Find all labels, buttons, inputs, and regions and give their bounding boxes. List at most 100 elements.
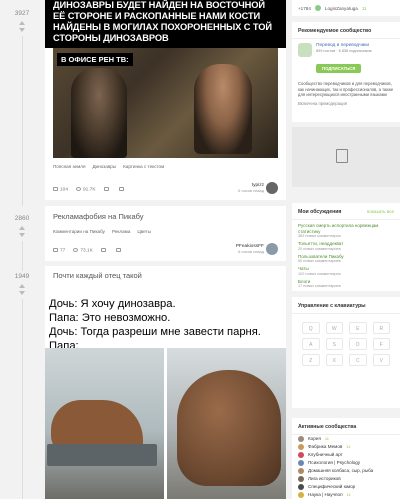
tag-link[interactable]: Картинка с текстом xyxy=(123,164,164,169)
post-images xyxy=(45,348,286,499)
keyboard-key: A xyxy=(302,338,320,350)
community-name[interactable]: Специфический юмор xyxy=(308,484,355,490)
person-figure xyxy=(194,64,252,154)
post-card: ДИНОЗАВРЫ БУДЕТ НАЙДЕН НА ВОСТОЧНОЙ ЕЁ С… xyxy=(45,0,286,200)
tag-link[interactable]: Реклама xyxy=(112,229,130,234)
discussion-item[interactable]: Русская смерть испортила норвежцам стати… xyxy=(292,220,400,238)
community-name[interactable]: Наука | Научпоп xyxy=(308,492,343,498)
comments-count: 104 xyxy=(60,187,69,192)
community-item[interactable]: Фабрика Мемов 11 xyxy=(292,443,400,451)
image-caption: В ОФИСЕ РЕН ТВ: xyxy=(57,53,133,66)
post-author[interactable]: typizz 6 часов назад xyxy=(238,183,264,193)
bookmark-icon[interactable] xyxy=(100,248,106,253)
community-name[interactable]: Лига историков xyxy=(308,476,341,482)
community-note: Включена премодерация xyxy=(298,100,347,106)
community-count: 11 xyxy=(346,492,351,497)
dinosaur-truck-photo[interactable] xyxy=(45,348,164,499)
community-name[interactable]: Корея xyxy=(308,436,321,442)
page: 3927 2860 1949 ДИНОЗАВРЫ БУДЕТ НАЙДЕН НА… xyxy=(0,0,400,499)
author-avatar[interactable] xyxy=(266,243,278,255)
show-all-link[interactable]: показать все xyxy=(367,209,394,215)
community-avatar xyxy=(298,452,304,458)
keyboard-key: R xyxy=(372,322,390,334)
comments-link[interactable]: 77 xyxy=(53,247,65,253)
post-title[interactable]: Почти каждый отец такой xyxy=(45,266,286,280)
community-item[interactable]: Специфический юмор xyxy=(292,483,400,491)
upvote-icon[interactable] xyxy=(19,21,25,25)
rating-rail-post1: 3927 xyxy=(0,0,44,206)
post-tags: Поясная земля Динозавры Картинка с текст… xyxy=(45,158,286,169)
joke-line: Дочь: Тогда разреши мне завести парня. xyxy=(49,326,261,338)
post-rating: 2860 xyxy=(14,215,30,222)
community-item[interactable]: Домашняя колбаса, сыр, рыба xyxy=(292,467,400,475)
user-name[interactable]: LoginZanyatuga xyxy=(325,6,358,11)
post-image[interactable]: В ОФИСЕ РЕН ТВ: xyxy=(53,48,278,158)
subscribe-button[interactable]: ПОДПИСАТЬСЯ xyxy=(316,64,362,73)
community-avatar xyxy=(298,436,304,442)
downvote-icon[interactable] xyxy=(19,28,25,32)
user-rating: +1784 xyxy=(298,5,311,11)
tag-link[interactable]: Комментарии на Пикабу xyxy=(53,229,105,234)
keyboard-key: F xyxy=(372,338,390,350)
community-name[interactable]: Домашняя колбаса, сыр, рыба xyxy=(308,468,373,474)
author-avatar[interactable] xyxy=(266,182,278,194)
keyboard-grid: Q W E R A S D F Z X C V xyxy=(292,314,400,374)
community-item[interactable]: Лига историков xyxy=(292,475,400,483)
eye-icon xyxy=(73,247,79,252)
post-author[interactable]: PFeakiossFF 6 часов назад xyxy=(236,244,264,254)
eye-icon xyxy=(76,186,82,191)
community-avatar xyxy=(298,444,304,450)
heading-text: Мои обсуждения xyxy=(298,209,342,215)
upvote-icon[interactable] xyxy=(19,226,25,230)
dinosaur-figure xyxy=(177,370,281,486)
share-icon[interactable] xyxy=(118,187,124,192)
my-discussions: Мои обсуждения показать все Русская смер… xyxy=(292,203,400,291)
tag-link[interactable]: Поясная земля xyxy=(53,164,85,169)
discussion-meta: 17 новых комментариев xyxy=(298,284,341,288)
downvote-icon[interactable] xyxy=(19,233,25,237)
upvote-icon[interactable] xyxy=(19,284,25,288)
community-avatar xyxy=(298,468,304,474)
downvote-icon[interactable] xyxy=(19,291,25,295)
community-name[interactable]: Клубничный арт xyxy=(308,452,343,458)
community-meta: 899 постов · 6 838 подписчиков xyxy=(316,49,372,53)
post-stats: 104 91.7K xyxy=(53,186,126,192)
community-logo[interactable] xyxy=(298,43,312,57)
rating-rail-post3: 1949 xyxy=(0,263,44,499)
discussion-item[interactable]: Чаты 102 новых комментария xyxy=(292,263,400,276)
comments-link[interactable]: 104 xyxy=(53,186,69,192)
community-name[interactable]: Фабрика Мемов xyxy=(308,444,342,450)
discussion-item[interactable]: Тольятти, неаддекват 20 новых комментари… xyxy=(292,238,400,251)
community-name[interactable]: Психология | Psychology xyxy=(308,460,360,466)
community-item[interactable]: Корея 11 xyxy=(292,435,400,443)
user-avatar[interactable] xyxy=(314,5,321,11)
community-avatar xyxy=(298,492,304,498)
views: 73.1K xyxy=(73,247,93,253)
community-row: Перевод и переводчики 899 постов · 6 838… xyxy=(292,39,400,57)
post-rating: 3927 xyxy=(14,10,30,17)
community-avatar xyxy=(298,484,304,490)
dinosaur-closeup-photo[interactable] xyxy=(167,348,286,499)
bookmark-icon[interactable] xyxy=(103,187,109,192)
community-item[interactable]: Наука | Научпоп 11 xyxy=(292,491,400,499)
keyboard-key: E xyxy=(349,322,367,334)
tag-link[interactable]: Динозавры xyxy=(92,164,116,169)
discussion-item[interactable]: Блоги 17 новых комментариев xyxy=(292,276,400,289)
post-title[interactable]: Рекламафобия на Пикабу xyxy=(45,206,286,221)
community-item[interactable]: Клубничный арт xyxy=(292,451,400,459)
active-communities: Активные сообщества Корея 11 Фабрика Мемо… xyxy=(292,418,400,499)
community-item[interactable]: Психология | Psychology xyxy=(292,459,400,467)
share-icon[interactable] xyxy=(115,248,121,253)
truck-figure xyxy=(47,444,157,466)
rating-rail-post2: 2860 xyxy=(0,205,44,271)
keyboard-key: D xyxy=(349,338,367,350)
post-time: 6 часов назад xyxy=(238,188,264,193)
discussion-title[interactable]: Русская смерть испортила норвежцам стати… xyxy=(298,223,394,234)
tag-link[interactable]: Цветы xyxy=(137,229,151,234)
joke-line: Дочь: Я хочу динозавра. xyxy=(49,298,176,310)
notification-count[interactable]: 11 xyxy=(362,6,367,11)
community-avatar xyxy=(298,460,304,466)
post-stats: 77 73.1K xyxy=(53,247,123,253)
comment-icon xyxy=(53,186,58,191)
discussion-item[interactable]: Пользователи Пикабу 50 новых комментарие… xyxy=(292,251,400,264)
